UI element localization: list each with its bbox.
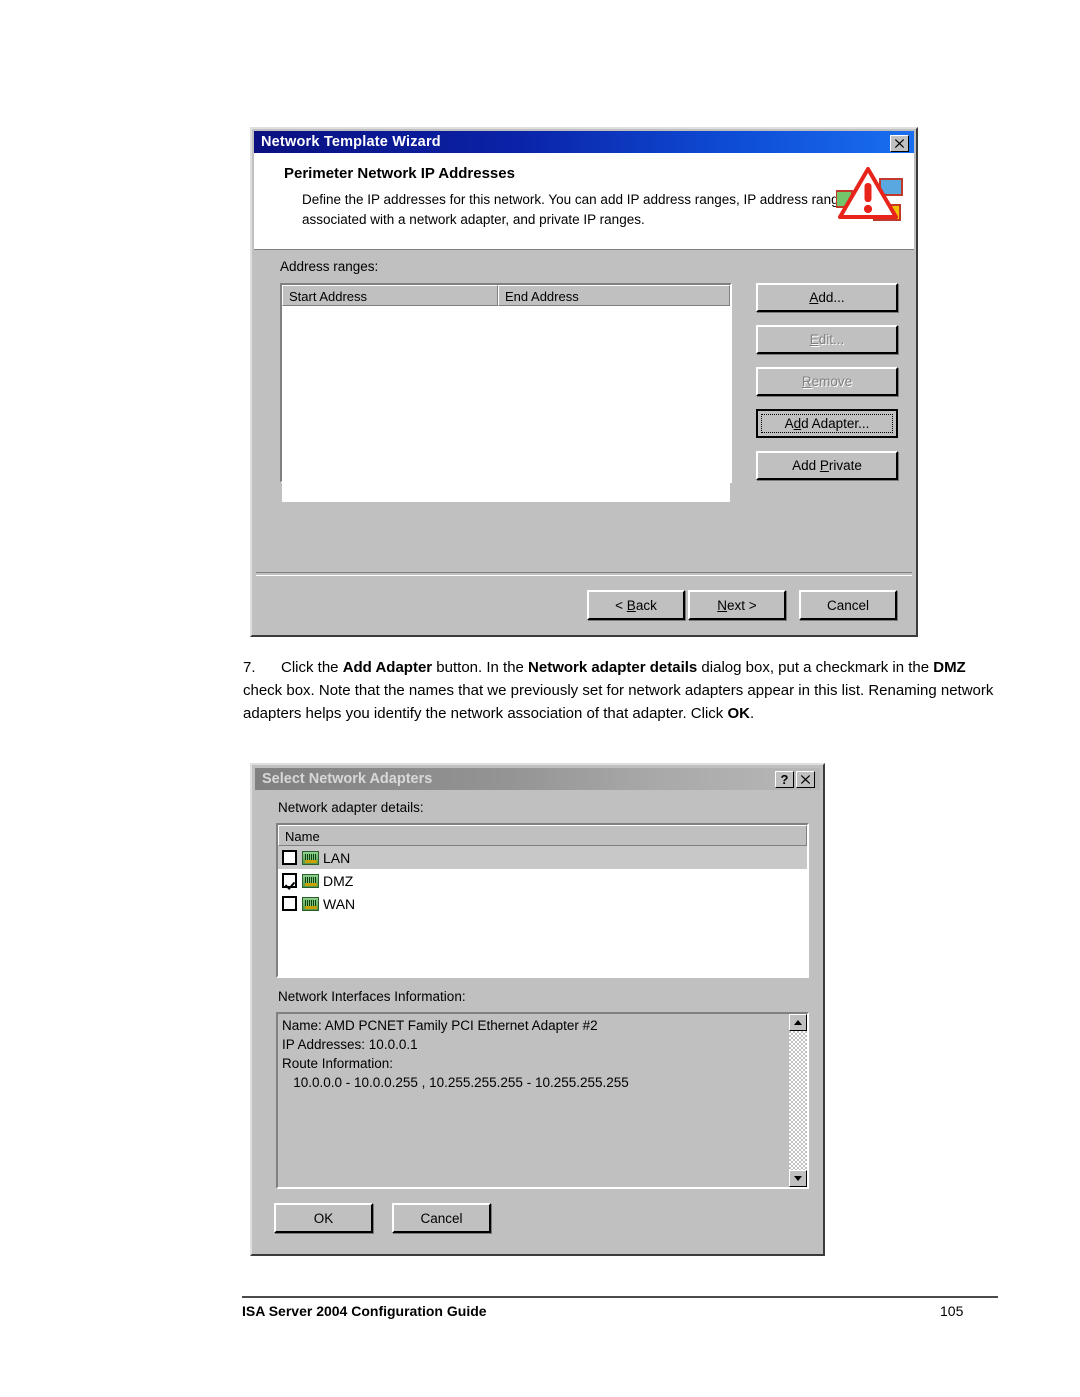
help-icon[interactable]: ? (775, 771, 794, 788)
step-text: Click the Add Adapter button. In the Net… (243, 659, 994, 722)
cancel-button[interactable]: Cancel (392, 1203, 491, 1233)
wizard-header-description: Define the IP addresses for this network… (302, 192, 853, 227)
vertical-scrollbar[interactable] (789, 1014, 807, 1187)
list-item[interactable]: WAN (278, 892, 807, 915)
scrollbar-track[interactable] (789, 1031, 807, 1170)
cancel-button[interactable]: Cancel (799, 590, 897, 620)
column-header-end-address[interactable]: End Address (498, 285, 730, 306)
column-header-start-address[interactable]: Start Address (282, 285, 498, 306)
close-icon[interactable] (796, 771, 815, 788)
footer-divider (242, 1296, 998, 1298)
title-bar-buttons: ? (775, 771, 815, 788)
step-number: 7. (243, 659, 256, 676)
edit-button[interactable]: Edit... (756, 325, 898, 354)
add-button-label: Add... (809, 290, 845, 305)
network-template-wizard-dialog: Network Template Wizard Perimeter Networ… (250, 127, 918, 637)
wizard-body: Address ranges: Start Address End Addres… (254, 250, 914, 570)
remove-button[interactable]: Remove (756, 367, 898, 396)
ok-button-label: OK (313, 1210, 334, 1226)
footer-page-number: 105 (940, 1303, 964, 1319)
wizard-footer: < Back Next > Cancel (254, 576, 914, 635)
adapter-checkbox[interactable] (282, 850, 297, 865)
back-button[interactable]: < Back (587, 590, 685, 620)
address-ranges-label: Address ranges: (280, 259, 379, 274)
list-item[interactable]: LAN (278, 846, 807, 869)
step-paragraph: 7. Click the Add Adapter button. In the … (243, 657, 998, 725)
remove-button-label: Remove (801, 374, 853, 389)
select-dialog-title: Select Network Adapters (262, 771, 433, 787)
address-ranges-rows[interactable] (282, 306, 730, 502)
wizard-header-title: Perimeter Network IP Addresses (284, 165, 515, 182)
next-button-label: Next > (717, 597, 757, 613)
select-dialog-title-bar: Select Network Adapters ? (255, 768, 820, 790)
select-network-adapters-dialog: Select Network Adapters ? Network adapte… (250, 763, 825, 1256)
network-adapter-icon (302, 896, 319, 911)
address-ranges-listview[interactable]: Start Address End Address (280, 283, 732, 502)
column-header-name[interactable]: Name (278, 825, 807, 846)
ok-button[interactable]: OK (274, 1203, 373, 1233)
adapter-name: DMZ (323, 872, 354, 889)
back-button-label: < Back (615, 597, 657, 613)
add-button[interactable]: Add... (756, 283, 898, 312)
list-item[interactable]: DMZ (278, 869, 807, 892)
cancel-button-label: Cancel (420, 1210, 463, 1226)
scroll-down-arrow-icon[interactable] (789, 1170, 807, 1187)
close-icon[interactable] (890, 135, 909, 152)
adapter-name: LAN (323, 849, 351, 866)
wizard-title: Network Template Wizard (261, 134, 441, 150)
cancel-button-label: Cancel (826, 597, 870, 613)
warning-triangle-network-icon (835, 165, 904, 229)
adapter-checkbox[interactable] (282, 896, 297, 911)
wizard-title-bar: Network Template Wizard (254, 131, 914, 153)
adapter-details-label: Network adapter details: (278, 800, 424, 815)
scroll-up-arrow-icon[interactable] (789, 1014, 807, 1031)
adapter-listview[interactable]: Name LAN DMZ WAN (276, 823, 809, 978)
adapter-checkbox[interactable] (282, 873, 297, 888)
network-interfaces-information-textbox[interactable]: Name: AMD PCNET Family PCI Ethernet Adap… (276, 1012, 809, 1189)
adapter-name: WAN (323, 895, 356, 912)
address-ranges-column-headers: Start Address End Address (282, 285, 730, 306)
wizard-header-band: Perimeter Network IP Addresses Define th… (254, 153, 914, 250)
network-adapter-icon (302, 873, 319, 888)
next-button[interactable]: Next > (688, 590, 786, 620)
focus-ring (761, 414, 893, 433)
footer-guide-title: ISA Server 2004 Configuration Guide (242, 1303, 487, 1319)
edit-button-label: Edit... (809, 332, 845, 347)
add-adapter-button[interactable]: Add Adapter... (756, 409, 898, 438)
network-interfaces-information-text: Name: AMD PCNET Family PCI Ethernet Adap… (282, 1018, 629, 1091)
add-private-button-label: Add Private (792, 458, 862, 473)
network-interfaces-information-label: Network Interfaces Information: (278, 989, 466, 1004)
network-adapter-icon (302, 850, 319, 865)
add-private-button[interactable]: Add Private (756, 451, 898, 480)
